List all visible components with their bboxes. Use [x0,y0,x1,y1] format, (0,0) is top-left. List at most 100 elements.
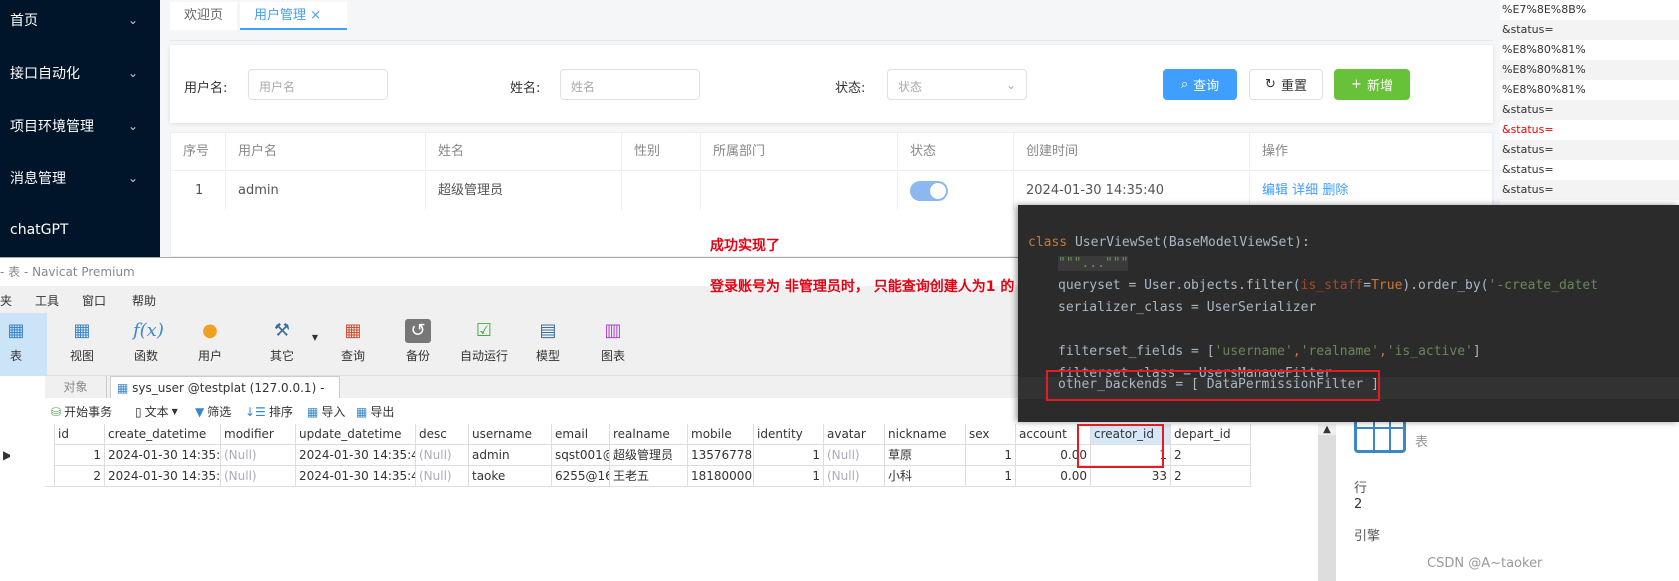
toolbar-automation[interactable]: ☑ 自动运行 [450,313,518,376]
import-button[interactable]: ▦ 导入 [307,403,345,420]
sidebar-item-label: 项目环境管理 [10,119,94,135]
begin-transaction-button[interactable]: ⛁ 开始事务 [51,403,112,420]
grid-cell-id[interactable]: 2 [55,466,105,487]
tab-objects[interactable]: 对象 [45,376,107,398]
toolbar-model[interactable]: ▤ 模型 [518,313,578,376]
edit-link[interactable]: 编辑 [1262,183,1288,198]
sort-button[interactable]: ↓☰ 排序 [245,403,293,420]
column-header-modifier[interactable]: modifier [221,424,296,445]
grid-cell-username[interactable]: admin [469,445,552,466]
grid-cell-id[interactable]: 1 [55,445,105,466]
column-header-identity[interactable]: identity [754,424,824,445]
sidebar-item-messages[interactable]: 消息管理 ⌄ [0,152,160,204]
filter-icon: ▼ [195,404,205,419]
column-header-desc[interactable]: desc [416,424,469,445]
toolbar-query[interactable]: ▦ 查询 [323,313,383,376]
grid-cell-identity[interactable]: 1 [754,466,824,487]
code-line: filterset_fields = [ [1058,344,1215,359]
grid-cell-creator_id[interactable]: 33 [1091,466,1171,487]
code-docstring-folded[interactable]: """...""" [1058,256,1129,271]
toolbar-other[interactable]: ⚒ 其它 ▼ [252,313,318,376]
column-header-update_datetime[interactable]: update_datetime [296,424,416,445]
sidebar-item-label: 消息管理 [10,171,66,187]
grid-cell-update_datetime[interactable]: 2024-01-30 14:35:40.4 [296,466,416,487]
username-input[interactable]: 用户名 [248,69,388,100]
grid-cell-sex[interactable]: 1 [966,466,1016,487]
grid-cell-email[interactable]: sqst001@ [552,445,610,466]
grid-cell-nickname[interactable]: 小科 [885,466,966,487]
grid-cell-create_datetime[interactable]: 2024-01-30 14:35:40. [105,445,221,466]
log-entry: &status= [1500,100,1679,120]
sidebar-item-chatgpt[interactable]: chatGPT [0,204,160,256]
chevron-down-icon: ⌄ [1005,78,1016,92]
code-line: serializer_class = UserSerializer [1058,300,1317,315]
filter-button[interactable]: ▼ 筛选 [195,403,231,420]
delete-link[interactable]: 删除 [1322,183,1348,198]
column-header-create_datetime[interactable]: create_datetime [105,424,221,445]
query-button[interactable]: ⌕ 查询 [1163,69,1237,100]
column-header-email[interactable]: email [552,424,610,445]
sidebar-item-env[interactable]: 项目环境管理 ⌄ [0,100,160,152]
grid-cell-desc[interactable]: (Null) [416,466,469,487]
button-label: 排序 [268,405,293,419]
detail-link[interactable]: 详细 [1292,183,1318,198]
status-toggle[interactable] [910,180,948,201]
grid-cell-sex[interactable]: 1 [966,445,1016,466]
column-header-nickname[interactable]: nickname [885,424,966,445]
add-button[interactable]: + 新增 [1334,69,1410,100]
column-header-sex[interactable]: sex [966,424,1016,445]
close-icon[interactable]: × [310,8,321,23]
menu-favorites[interactable]: 夹 [0,292,12,309]
scroll-up-icon[interactable]: ▲ [1318,424,1336,435]
grid-cell-mobile[interactable]: 1818000000 [688,466,754,487]
sidebar-item-home[interactable]: 首页 ⌄ [0,0,160,46]
realname-input[interactable]: 姓名 [560,69,700,100]
tab-welcome[interactable]: 欢迎页 [170,2,238,30]
toolbar-chart[interactable]: ▥ 图表 [583,313,643,376]
column-header-avatar[interactable]: avatar [824,424,885,445]
grid-cell-username[interactable]: taoke [469,466,552,487]
grid-cell-depart_id[interactable]: 2 [1171,466,1251,487]
column-header-mobile[interactable]: mobile [688,424,754,445]
text-button[interactable]: ▯ 文本 ▼ [135,403,178,420]
toolbar-function[interactable]: f(x) 函数 [116,313,176,376]
column-header-id[interactable]: id [55,424,105,445]
grid-cell-depart_id[interactable]: 2 [1171,445,1251,466]
grid-cell-realname[interactable]: 超级管理员 [610,445,688,466]
vertical-scrollbar[interactable]: ▲ [1318,424,1336,581]
toolbar-view[interactable]: ▦ 视图 [52,313,112,376]
grid-cell-avatar[interactable]: (Null) [824,466,885,487]
menu-window[interactable]: 窗口 [82,292,106,309]
grid-cell-avatar[interactable]: (Null) [824,445,885,466]
grid-cell-email[interactable]: 6255@163 [552,466,610,487]
toolbar-user[interactable]: ● 用户 [180,313,240,376]
tab-user-management[interactable]: 用户管理 × [240,2,347,30]
column-header-depart_id[interactable]: depart_id [1171,424,1251,445]
grid-cell-modifier[interactable]: (Null) [221,445,296,466]
grid-cell-realname[interactable]: 王老五 [610,466,688,487]
menu-tools[interactable]: 工具 [35,292,59,309]
grid-cell-nickname[interactable]: 草原 [885,445,966,466]
grid-cell-update_datetime[interactable]: 2024-01-30 14:35:40.4 [296,445,416,466]
toolbar-backup[interactable]: ↺ 备份 [388,313,448,376]
dropdown-arrow-icon[interactable]: ▼ [312,333,318,342]
column-header-realname[interactable]: realname [610,424,688,445]
column-header-username[interactable]: username [469,424,552,445]
grid-cell-desc[interactable]: (Null) [416,445,469,466]
reset-button[interactable]: ↻ 重置 [1249,69,1323,100]
grid-cell-account[interactable]: 0.00 [1016,466,1091,487]
grid-cell-identity[interactable]: 1 [754,445,824,466]
tab-sys-user[interactable]: ▦ sys_user @testplat (127.0.0.1) - 表 [110,376,340,417]
sidebar-item-api-automation[interactable]: 接口自动化 ⌄ [0,47,160,99]
grid-cell-create_datetime[interactable]: 2024-01-30 14:35:40. [105,466,221,487]
export-button[interactable]: ▦ 导出 [356,403,394,420]
grid-cell-modifier[interactable]: (Null) [221,466,296,487]
grid-cell-mobile[interactable]: 1357677800 [688,445,754,466]
menu-help[interactable]: 帮助 [132,292,156,309]
column-header: 姓名 [426,133,622,171]
button-label: 导出 [370,405,395,419]
toolbar-table[interactable]: ▦ 表 [0,313,47,376]
status-select[interactable]: 状态 ⌄ [887,69,1027,100]
toolbar-label: 视图 [69,349,94,363]
sidebar-item-label: 接口自动化 [10,66,80,82]
